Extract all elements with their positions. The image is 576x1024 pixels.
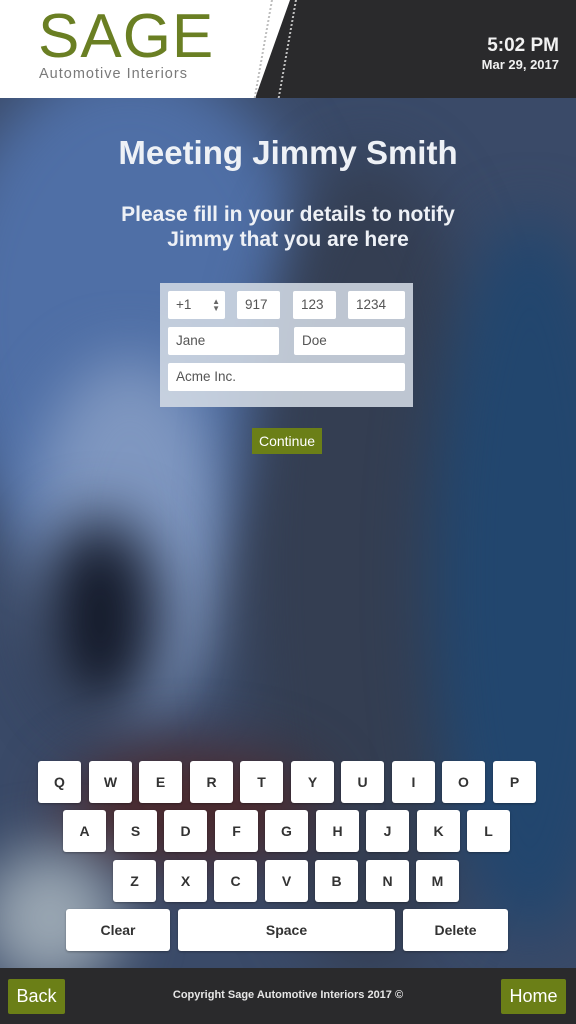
key-i[interactable]: I xyxy=(392,761,435,803)
key-z[interactable]: Z xyxy=(113,860,156,902)
key-q[interactable]: Q xyxy=(38,761,81,803)
key-o[interactable]: O xyxy=(442,761,485,803)
key-t[interactable]: T xyxy=(240,761,283,803)
key-u[interactable]: U xyxy=(341,761,384,803)
clock-time: 5:02 PM xyxy=(487,35,559,56)
key-b[interactable]: B xyxy=(315,860,358,902)
first-name-field[interactable]: Jane xyxy=(168,327,279,355)
key-n[interactable]: N xyxy=(366,860,409,902)
key-h[interactable]: H xyxy=(316,810,359,852)
page-subtitle: Please fill in your details to notify Ji… xyxy=(0,202,576,252)
copyright-text: Copyright Sage Automotive Interiors 2017… xyxy=(172,989,404,1001)
page-title: Meeting Jimmy Smith xyxy=(118,134,458,171)
key-l[interactable]: L xyxy=(467,810,510,852)
key-k[interactable]: K xyxy=(417,810,460,852)
phone-line-field[interactable]: 1234 xyxy=(348,291,405,319)
key-r[interactable]: R xyxy=(190,761,233,803)
key-space[interactable]: Space xyxy=(178,909,395,951)
key-e[interactable]: E xyxy=(139,761,182,803)
home-button[interactable]: Home xyxy=(501,979,566,1014)
subtitle-line-1: Please fill in your details to notify xyxy=(121,203,455,226)
header: SAGE Automotive Interiors 5:02 PM Mar 29… xyxy=(0,0,576,98)
logo-word: SAGE xyxy=(38,2,215,71)
clock: 5:02 PM Mar 29, 2017 xyxy=(482,35,559,72)
footer: Back Copyright Sage Automotive Interiors… xyxy=(0,968,576,1024)
key-v[interactable]: V xyxy=(265,860,308,902)
key-f[interactable]: F xyxy=(215,810,258,852)
key-y[interactable]: Y xyxy=(291,761,334,803)
logo-subtitle: Automotive Interiors xyxy=(39,66,188,82)
key-s[interactable]: S xyxy=(114,810,157,852)
key-a[interactable]: A xyxy=(63,810,106,852)
key-p[interactable]: P xyxy=(493,761,536,803)
key-m[interactable]: M xyxy=(416,860,459,902)
phone-prefix-field[interactable]: 123 xyxy=(293,291,336,319)
country-code-value: +1 xyxy=(176,297,192,312)
country-code-select[interactable]: +1 ▲ ▼ xyxy=(168,291,225,319)
company-field[interactable]: Acme Inc. xyxy=(168,363,405,391)
key-x[interactable]: X xyxy=(164,860,207,902)
key-clear[interactable]: Clear xyxy=(66,909,170,951)
visitor-form: +1 ▲ ▼ 917 123 1234 Jane Doe Acme Inc. xyxy=(160,283,413,407)
clock-date: Mar 29, 2017 xyxy=(481,57,559,72)
key-g[interactable]: G xyxy=(265,810,308,852)
key-c[interactable]: C xyxy=(214,860,257,902)
subtitle-line-2: Jimmy that you are here xyxy=(167,228,409,251)
updown-arrows-icon: ▲ ▼ xyxy=(212,297,220,313)
phone-area-field[interactable]: 917 xyxy=(237,291,280,319)
last-name-field[interactable]: Doe xyxy=(294,327,405,355)
key-j[interactable]: J xyxy=(366,810,409,852)
key-d[interactable]: D xyxy=(164,810,207,852)
sage-logo: SAGE Automotive Interiors xyxy=(38,6,228,86)
key-w[interactable]: W xyxy=(89,761,132,803)
key-delete[interactable]: Delete xyxy=(403,909,508,951)
continue-button[interactable]: Continue xyxy=(252,428,322,454)
